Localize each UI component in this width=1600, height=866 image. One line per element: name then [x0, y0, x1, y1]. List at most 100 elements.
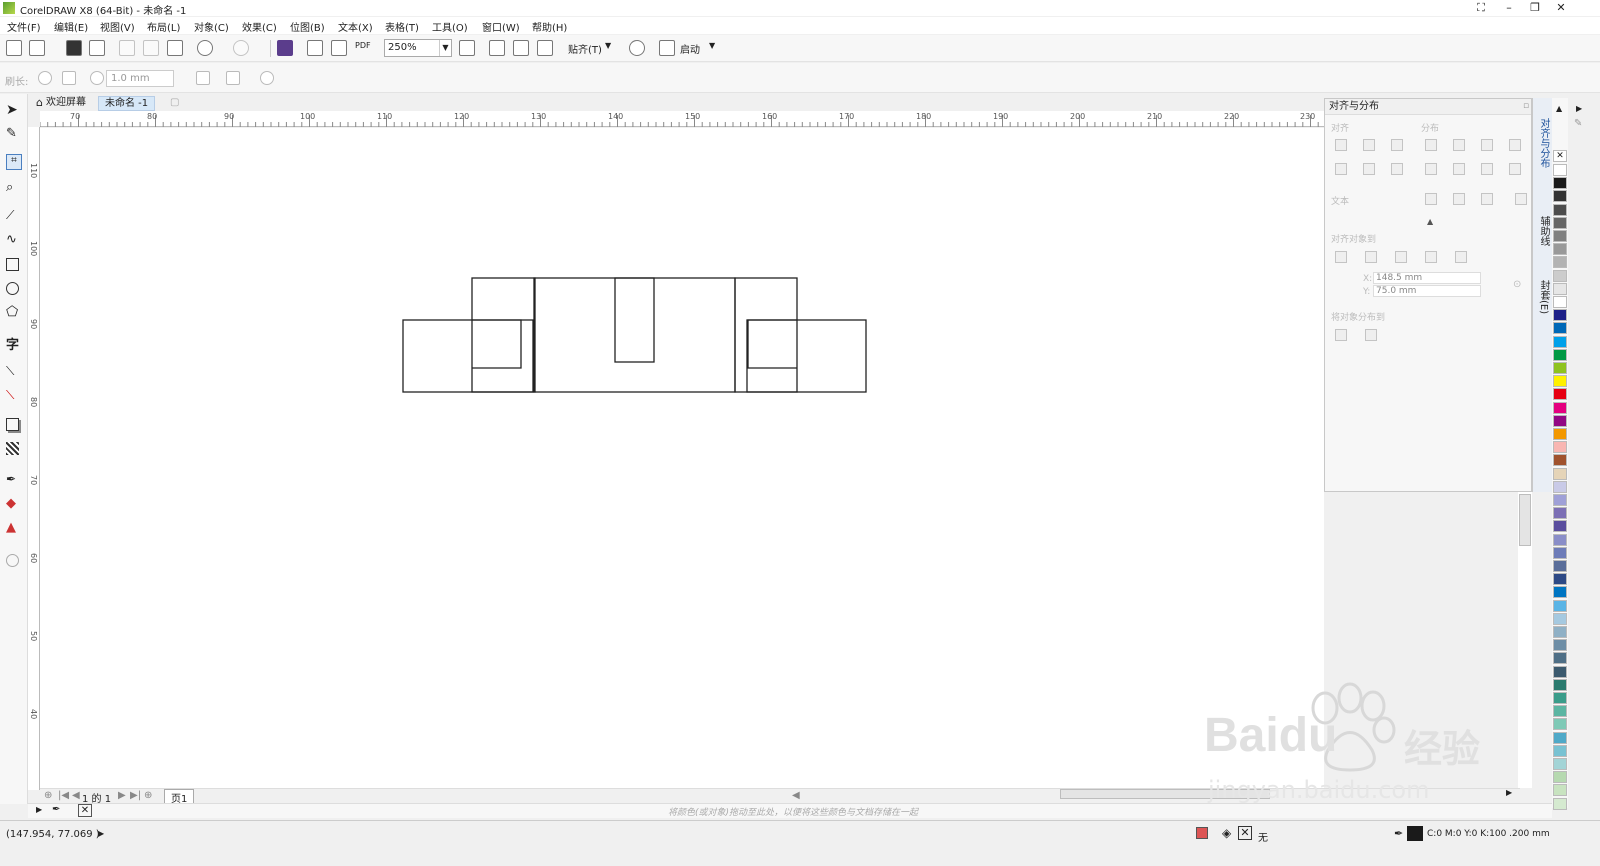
- color-proof-icon[interactable]: [1196, 827, 1208, 839]
- import-icon[interactable]: [307, 40, 323, 56]
- distribute-bottom-icon[interactable]: [1481, 163, 1493, 175]
- export-icon[interactable]: [331, 40, 347, 56]
- pick-tool-icon[interactable]: ➤: [6, 102, 22, 118]
- palette-swatch[interactable]: [1553, 296, 1567, 308]
- rectangle-tool-icon[interactable]: [6, 258, 19, 271]
- palette-swatch[interactable]: [1553, 718, 1567, 731]
- distribute-to-selection-icon[interactable]: [1335, 329, 1347, 341]
- center-slot-shape[interactable]: [614, 277, 655, 363]
- last-page-icon[interactable]: ▶|: [130, 790, 141, 801]
- no-fill-swatch-icon[interactable]: ✕: [1553, 150, 1567, 162]
- palette-swatch[interactable]: [1553, 388, 1567, 401]
- full-screen-preview-icon[interactable]: [459, 40, 475, 56]
- palette-swatch[interactable]: [1553, 401, 1567, 414]
- menu-bitmaps[interactable]: 位图(B): [290, 19, 325, 34]
- palette-swatch[interactable]: [1553, 586, 1567, 599]
- align-bottom-icon[interactable]: [1391, 163, 1403, 175]
- copy-icon[interactable]: [143, 40, 159, 56]
- drawing-canvas[interactable]: [40, 128, 1324, 788]
- palette-swatch[interactable]: [1553, 230, 1567, 242]
- polygon-tool-icon[interactable]: ⬠: [6, 304, 22, 320]
- no-fill-icon[interactable]: ✕: [1238, 826, 1252, 840]
- wrap-text-icon[interactable]: [226, 71, 240, 85]
- distribute-middle-icon[interactable]: [1453, 163, 1465, 175]
- restore-button[interactable]: ❐: [1522, 0, 1548, 16]
- show-rulers-icon[interactable]: [489, 40, 505, 56]
- palette-swatch[interactable]: [1553, 533, 1567, 546]
- palette-swatch[interactable]: [1553, 414, 1567, 427]
- palette-swatch[interactable]: [1553, 454, 1567, 467]
- collapse-icon[interactable]: ▲: [1427, 217, 1433, 226]
- menu-text[interactable]: 文本(X): [338, 19, 373, 34]
- palette-swatch[interactable]: [1553, 731, 1567, 744]
- smart-fill-icon[interactable]: ▲: [6, 520, 22, 536]
- interactive-fill-icon[interactable]: ◆: [6, 496, 22, 512]
- horizontal-scrollbar[interactable]: ▶: [1060, 787, 1520, 801]
- outline-width-input[interactable]: 1.0 mm: [106, 70, 174, 87]
- undo-icon[interactable]: [197, 40, 213, 56]
- vertical-scrollbar[interactable]: [1518, 492, 1532, 788]
- palette-swatch[interactable]: [1553, 758, 1567, 770]
- palette-swatch[interactable]: [1553, 480, 1567, 493]
- palette-swatch[interactable]: [1553, 678, 1567, 691]
- freehand-tool-icon[interactable]: ⟋: [6, 208, 22, 224]
- options-gear-icon[interactable]: [629, 40, 645, 56]
- parallel-dimension-icon[interactable]: ⟍: [6, 364, 22, 380]
- palette-swatch[interactable]: [1553, 335, 1567, 348]
- palette-swatch[interactable]: [1553, 573, 1567, 586]
- open-icon[interactable]: [29, 40, 45, 56]
- cut-icon[interactable]: [119, 40, 135, 56]
- palette-swatch[interactable]: [1553, 190, 1567, 203]
- palette-swatch[interactable]: [1553, 520, 1567, 533]
- palette-swatch[interactable]: [1553, 652, 1567, 665]
- palette-swatch[interactable]: [1553, 177, 1567, 190]
- previous-page-icon[interactable]: ◀: [72, 790, 80, 801]
- palette-swatch[interactable]: [1553, 428, 1567, 440]
- first-baseline-icon[interactable]: [1425, 193, 1437, 205]
- print-icon[interactable]: [89, 40, 105, 56]
- tab-guidelines[interactable]: 辅助线: [1536, 216, 1551, 246]
- align-left-icon[interactable]: [1335, 139, 1347, 151]
- menu-layout[interactable]: 布局(L): [147, 19, 180, 34]
- distribute-spacing-h-icon[interactable]: [1509, 139, 1521, 151]
- palette-swatch[interactable]: [1553, 216, 1567, 229]
- menu-object[interactable]: 对象(C): [194, 19, 229, 34]
- publish-pdf-icon[interactable]: PDF: [355, 41, 371, 50]
- palette-swatch[interactable]: [1553, 494, 1567, 506]
- palette-swatch[interactable]: [1553, 441, 1567, 454]
- palette-swatch[interactable]: [1553, 348, 1567, 361]
- palette-swatch[interactable]: [1553, 705, 1567, 718]
- paste-icon[interactable]: [167, 40, 183, 56]
- outline-icon[interactable]: [1515, 193, 1527, 205]
- palette-swatch[interactable]: [1553, 203, 1567, 216]
- x-position-input[interactable]: 148.5 mm: [1373, 272, 1481, 284]
- palette-swatch[interactable]: [1553, 375, 1567, 388]
- specified-point-icon[interactable]: [1455, 251, 1467, 263]
- palette-swatch[interactable]: [1553, 362, 1567, 374]
- palette-swatch[interactable]: [1553, 797, 1567, 810]
- horizontal-ruler[interactable]: 70 80 90 100 110 120 130 140 150 160 170…: [40, 111, 1324, 127]
- palette-swatch[interactable]: [1553, 546, 1567, 559]
- no-color-icon[interactable]: ✕: [78, 804, 92, 817]
- quick-customize-icon[interactable]: [6, 554, 19, 567]
- page-edge-icon[interactable]: [1365, 251, 1377, 263]
- first-page-icon[interactable]: |◀: [58, 790, 69, 801]
- new-document-icon[interactable]: [6, 40, 22, 56]
- tab-envelope[interactable]: 封套(E): [1536, 280, 1551, 314]
- artistic-media-icon[interactable]: ∿: [6, 232, 22, 248]
- palette-swatch[interactable]: [1553, 665, 1567, 678]
- square-corner-icon[interactable]: [62, 71, 76, 85]
- add-page-icon[interactable]: ⊕: [44, 790, 52, 801]
- distribute-left-icon[interactable]: [1425, 139, 1437, 151]
- palette-swatch[interactable]: [1553, 309, 1567, 322]
- new-tab-icon[interactable]: ▢: [164, 96, 185, 111]
- pen-icon[interactable]: ✎: [1574, 118, 1582, 129]
- shape-tool-icon[interactable]: ✎: [6, 126, 22, 142]
- show-grid-icon[interactable]: [513, 40, 529, 56]
- page-center-icon[interactable]: [1395, 251, 1407, 263]
- minimize-button[interactable]: –: [1496, 0, 1522, 16]
- palette-swatch[interactable]: [1553, 243, 1567, 256]
- chevron-down-icon[interactable]: ▼: [439, 40, 451, 56]
- palette-swatch[interactable]: [1553, 744, 1567, 757]
- outline-color-swatch[interactable]: [1407, 826, 1423, 841]
